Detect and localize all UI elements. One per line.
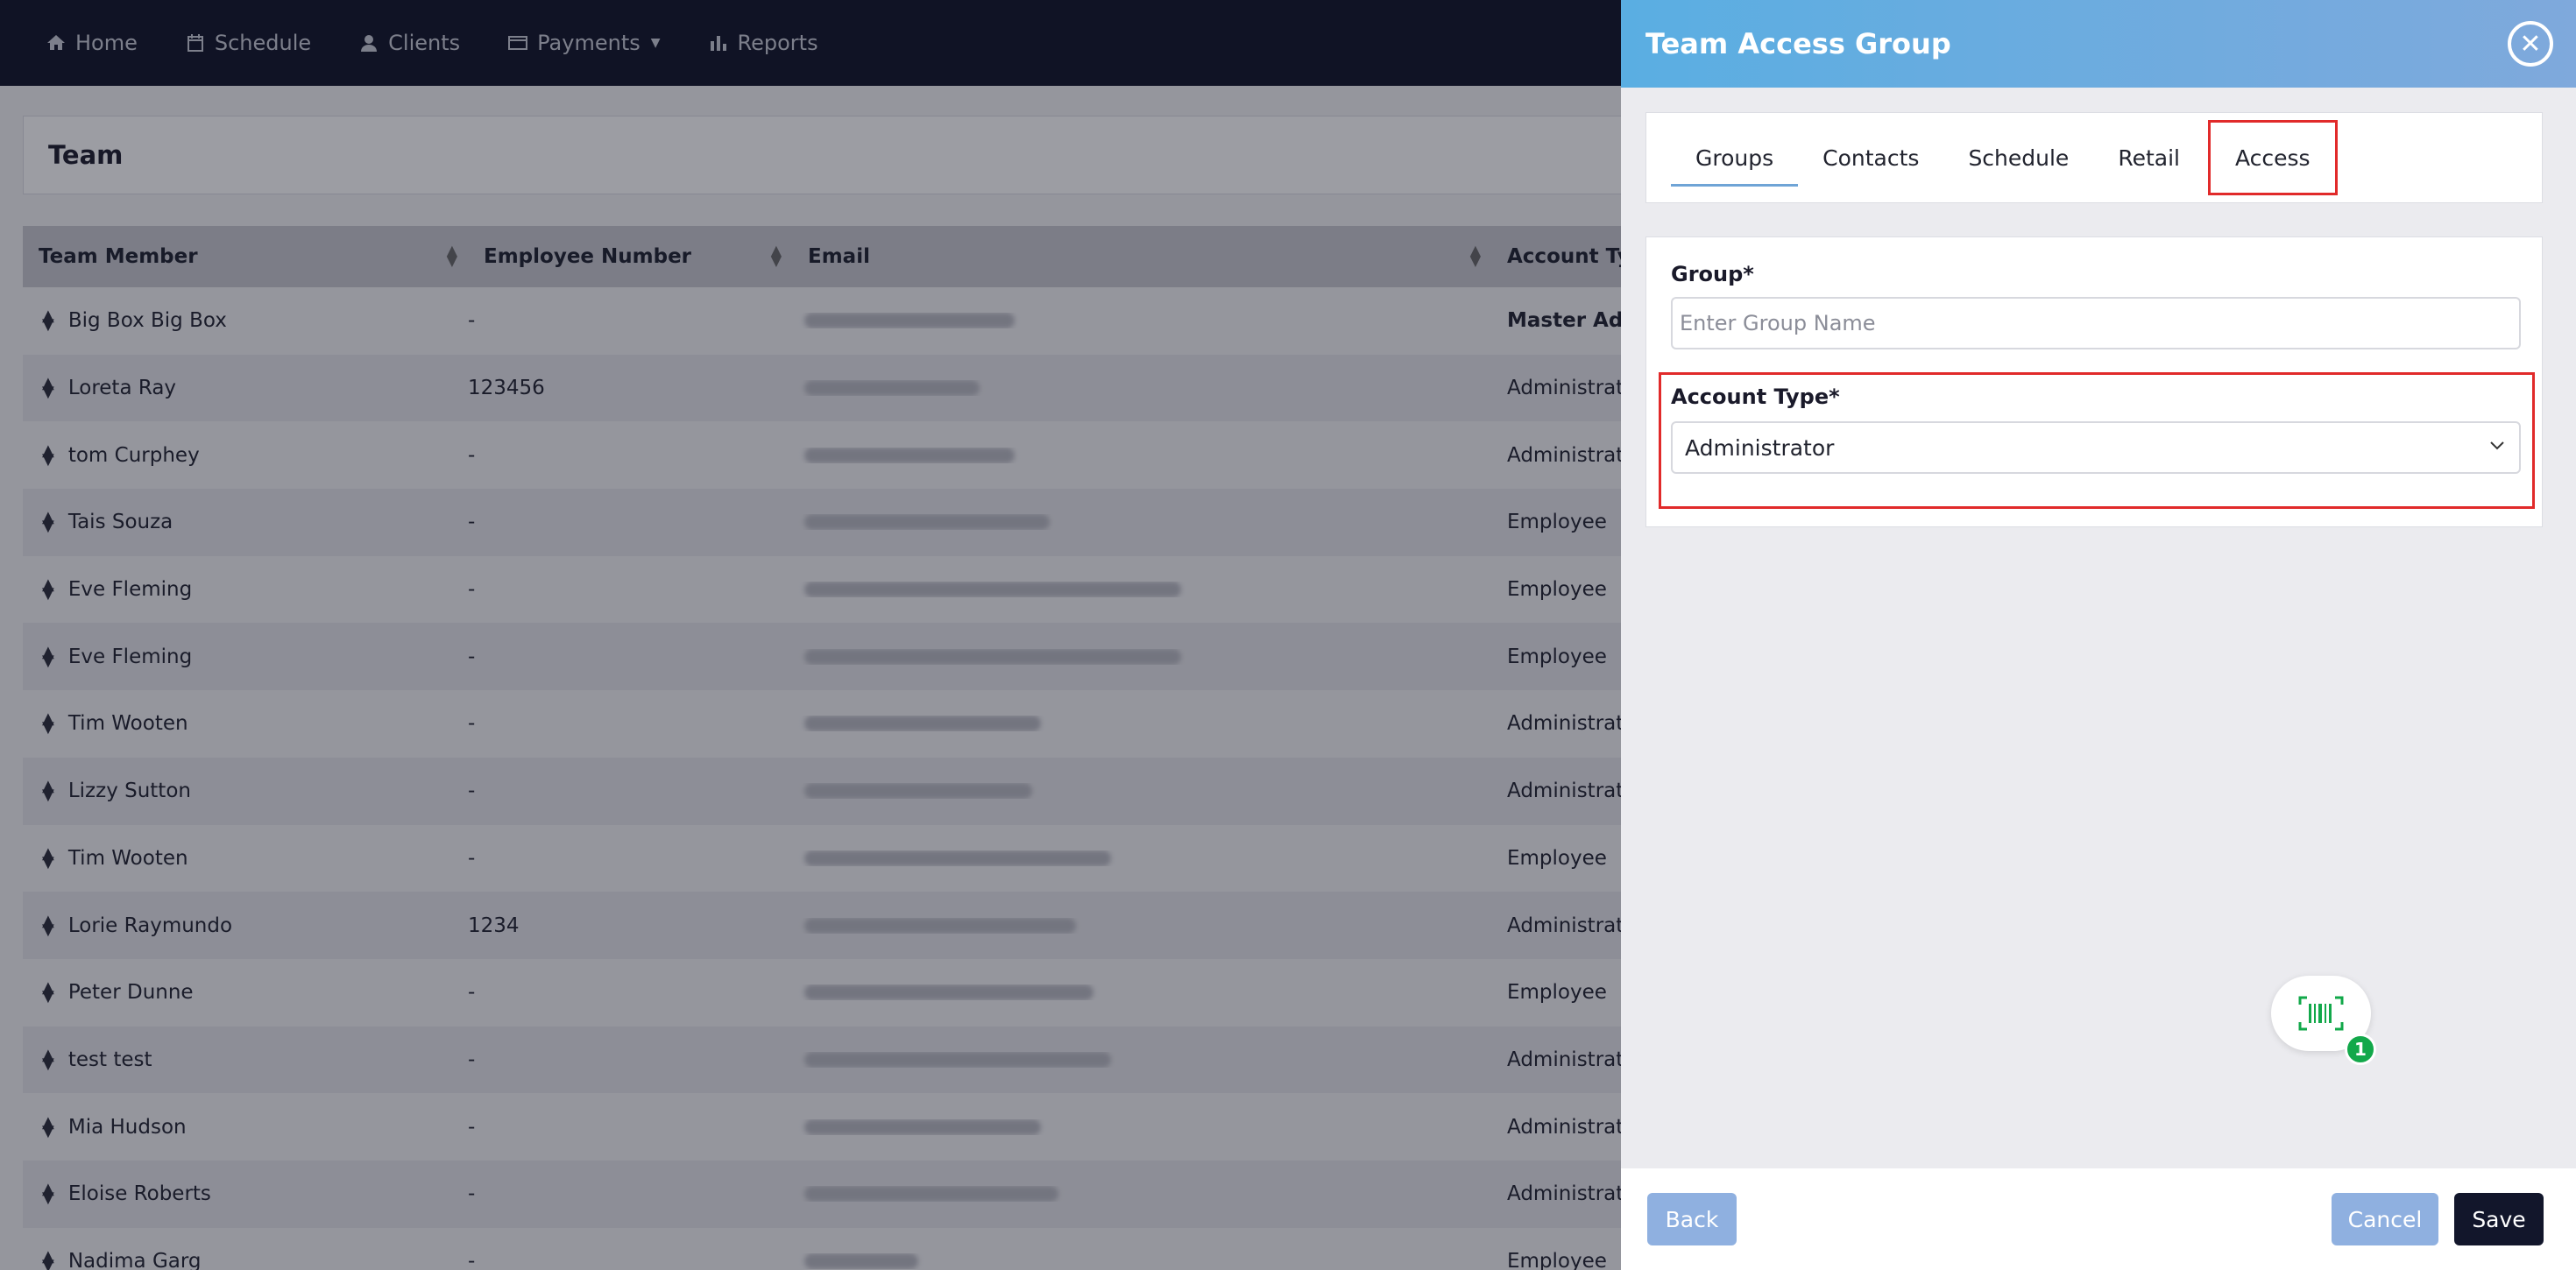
back-button[interactable]: Back [1647, 1193, 1737, 1245]
group-label: Group* [1671, 262, 1754, 286]
tab-retail[interactable]: Retail [2093, 113, 2204, 202]
tab-access[interactable]: Access [2207, 120, 2338, 195]
panel-footer: Back Cancel Save [1621, 1168, 2576, 1270]
account-type-label: Account Type* [1671, 385, 1840, 409]
account-type-select[interactable]: Administrator [1671, 421, 2521, 474]
barcode-icon [2298, 996, 2344, 1031]
close-icon[interactable]: ✕ [2508, 21, 2553, 67]
cancel-button[interactable]: Cancel [2332, 1193, 2438, 1245]
tab-schedule[interactable]: Schedule [1943, 113, 2093, 202]
panel-header: Team Access Group ✕ [1621, 0, 2576, 88]
team-access-group-panel: Team Access Group ✕ Groups Contacts Sche… [1621, 0, 2576, 1270]
modal-backdrop[interactable] [0, 0, 1621, 1270]
save-button[interactable]: Save [2454, 1193, 2544, 1245]
account-type-value: Administrator [1685, 434, 1835, 461]
group-name-input[interactable]: Enter Group Name [1671, 297, 2521, 349]
notification-badge: 1 [2345, 1034, 2376, 1065]
panel-title: Team Access Group [1645, 27, 1951, 60]
chevron-down-icon [2490, 441, 2504, 450]
panel-tabs: Groups Contacts Schedule Retail Access [1645, 112, 2543, 203]
group-form: Group* Enter Group Name Account Type* Ad… [1645, 236, 2543, 527]
tab-contacts[interactable]: Contacts [1798, 113, 1943, 202]
tab-groups[interactable]: Groups [1671, 113, 1799, 202]
